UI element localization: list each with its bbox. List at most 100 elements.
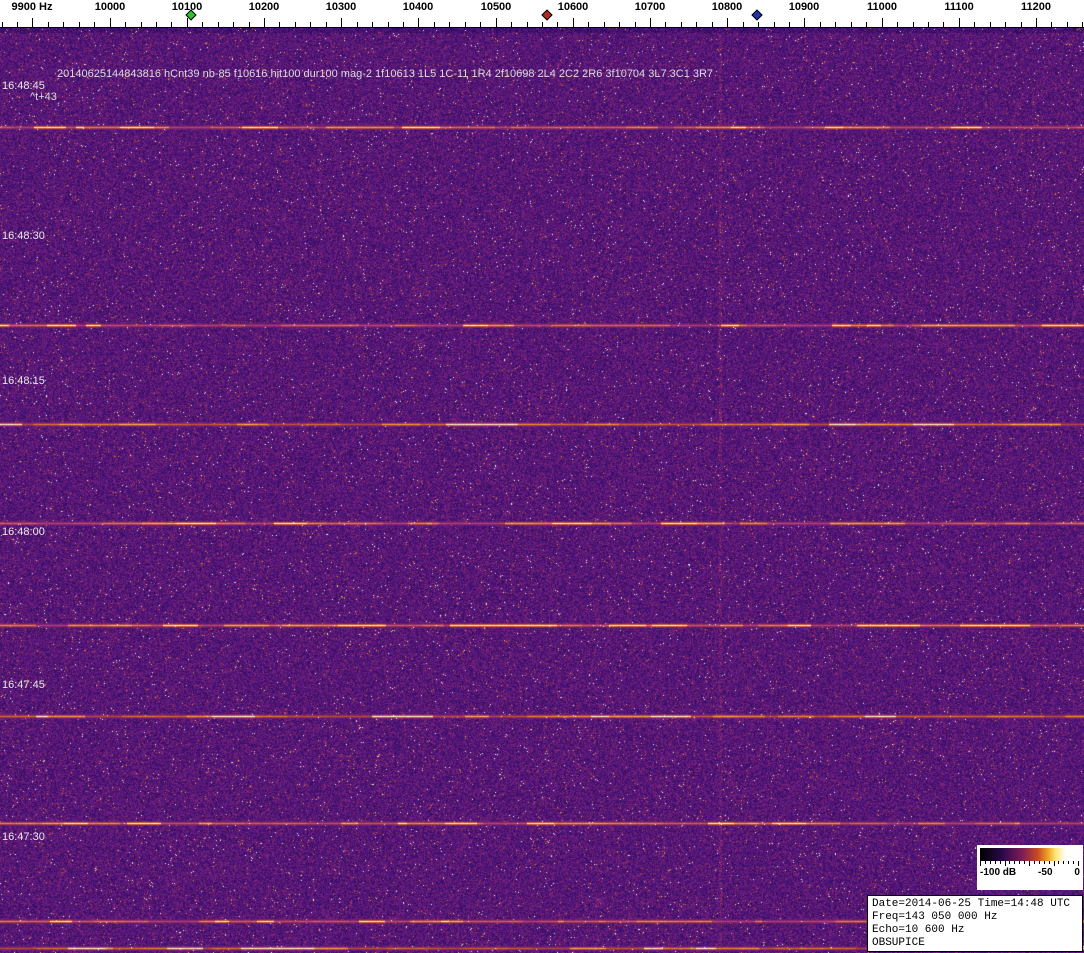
legend-labels: -100 dB -50 0 <box>980 867 1080 878</box>
legend-tick <box>1009 861 1011 864</box>
ruler-tick <box>573 18 574 27</box>
ruler-tick <box>851 22 852 27</box>
legend-tick <box>1073 861 1075 864</box>
freq-label: 9900 Hz <box>11 1 53 13</box>
ruler-tick <box>110 18 111 27</box>
ruler-tick <box>496 18 497 27</box>
ruler-tick <box>650 18 651 27</box>
time-label: 16:47:30 <box>2 831 45 843</box>
freq-label: 10900 <box>788 1 820 13</box>
legend-tick <box>1063 861 1065 864</box>
freq-label: 11000 <box>867 1 897 13</box>
legend-tick <box>1019 861 1021 864</box>
legend-tick <box>1014 861 1016 864</box>
freq-label: 10400 <box>402 1 434 13</box>
db-scale-legend: -100 dB -50 0 <box>977 845 1083 890</box>
ruler-tick <box>604 22 605 27</box>
legend-tick <box>1048 861 1050 864</box>
ruler-tick <box>1021 22 1022 27</box>
ruler-tick <box>156 22 157 27</box>
info-line: Freq=143 050 000 Hz <box>872 911 998 923</box>
legend-tick <box>999 861 1001 864</box>
legend-label-mid: -50 <box>1038 867 1053 878</box>
ruler-tick <box>866 22 867 27</box>
ruler-tick <box>943 22 944 27</box>
ruler-tick <box>94 22 95 27</box>
ruler-tick <box>79 22 80 27</box>
ruler-tick <box>959 18 960 27</box>
ruler-tick <box>141 22 142 27</box>
ruler-tick <box>264 18 265 27</box>
time-label: 16:48:15 <box>2 375 45 387</box>
ruler-tick <box>758 22 759 27</box>
freq-label: 11200 <box>1021 1 1051 13</box>
ruler-tick <box>882 18 883 27</box>
info-line: Date=2014-06-25 Time=14:48 UTC <box>872 898 1071 910</box>
ruler-tick <box>974 22 975 27</box>
ruler-tick <box>249 22 250 27</box>
legend-tick <box>1068 861 1070 864</box>
ruler-tick <box>588 22 589 27</box>
ruler-tick <box>835 22 836 27</box>
ruler-tick <box>171 22 172 27</box>
legend-tick <box>1043 861 1045 864</box>
legend-tick <box>1004 861 1006 866</box>
freq-label: 10200 <box>248 1 280 13</box>
legend-tick <box>1033 861 1035 864</box>
ruler-tick <box>2 22 3 27</box>
meteor-spectrogram-app: 9900 Hz 10000 10100 10200 10300 10400 10500 106… <box>0 0 1084 953</box>
ruler-tick <box>357 22 358 27</box>
ruler-tick <box>233 22 234 27</box>
ruler-tick <box>372 22 373 27</box>
marker-blue-diamond[interactable] <box>751 9 763 21</box>
ruler-tick <box>449 22 450 27</box>
ruler-tick <box>326 22 327 27</box>
ruler-tick <box>32 18 33 27</box>
legend-label-max: 0 <box>1074 867 1080 878</box>
time-offset-label: ^t+43 <box>30 91 57 103</box>
freq-label: 10300 <box>325 1 357 13</box>
freq-label: 10100 <box>171 1 203 13</box>
colormap-gradient <box>980 848 1080 861</box>
legend-tick <box>1029 861 1030 866</box>
legend-tick <box>994 861 996 864</box>
ruler-tick <box>310 22 311 27</box>
ruler-tick <box>727 18 728 27</box>
ruler-tick <box>913 22 914 27</box>
spectrogram-canvas[interactable] <box>0 28 1084 953</box>
ruler-tick <box>820 22 821 27</box>
ruler-tick <box>403 22 404 27</box>
ruler-tick <box>17 22 18 27</box>
ruler-tick <box>804 18 805 27</box>
ruler-tick <box>928 22 929 27</box>
frequency-ruler: 9900 Hz 10000 10100 10200 10300 10400 10500 106… <box>0 0 1084 28</box>
ruler-tick <box>63 22 64 27</box>
ruler-tick <box>619 22 620 27</box>
ruler-tick <box>465 22 466 27</box>
ruler-tick <box>511 22 512 27</box>
freq-label: 10700 <box>634 1 666 13</box>
ruler-tick <box>557 22 558 27</box>
time-label: 16:48:00 <box>2 526 45 538</box>
ruler-tick <box>743 22 744 27</box>
ruler-tick <box>696 22 697 27</box>
ruler-tick <box>202 22 203 27</box>
ruler-tick <box>341 18 342 27</box>
ruler-tick <box>218 22 219 27</box>
legend-tick <box>984 861 986 864</box>
ruler-tick <box>527 22 528 27</box>
ruler-tick <box>1067 22 1068 27</box>
legend-tick <box>980 861 981 866</box>
ruler-tick <box>665 22 666 27</box>
ruler-tick <box>789 22 790 27</box>
time-label: 16:48:45 <box>2 80 45 92</box>
time-label: 16:48:30 <box>2 230 45 242</box>
ruler-tick <box>1036 18 1037 27</box>
ruler-tick <box>279 22 280 27</box>
freq-label: 10600 <box>557 1 589 13</box>
marker-red-diamond[interactable] <box>541 9 553 21</box>
ruler-tick <box>125 22 126 27</box>
info-line: Echo=10 600 Hz <box>872 924 965 936</box>
ruler-tick <box>388 22 389 27</box>
legend-tick <box>1053 861 1055 866</box>
